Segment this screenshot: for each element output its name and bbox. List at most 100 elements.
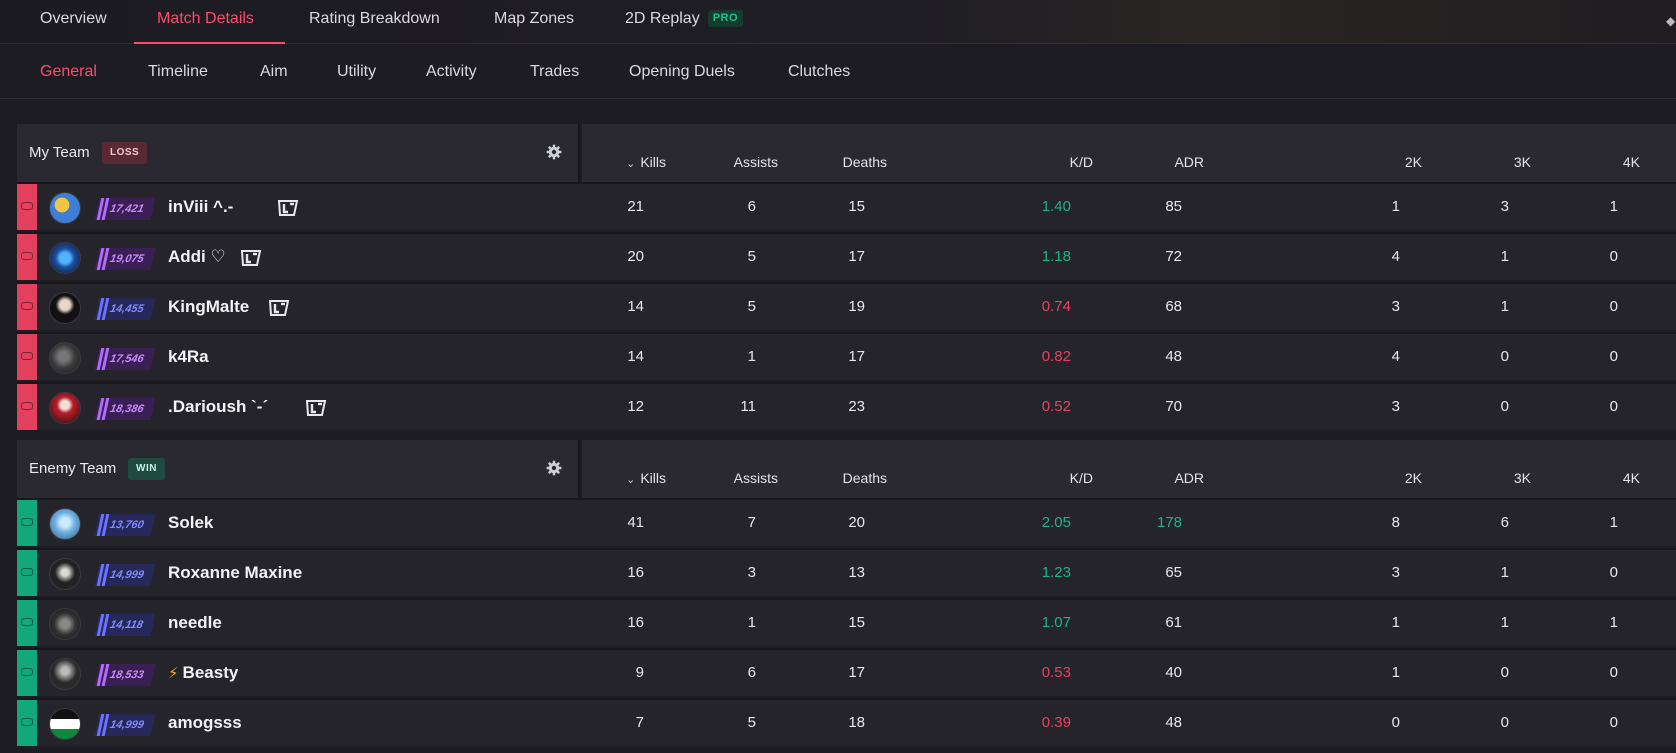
rating-bars-icon xyxy=(96,564,110,586)
stat-k4: 0 xyxy=(1609,398,1618,415)
avatar[interactable] xyxy=(49,508,81,540)
side-tag-icon xyxy=(21,618,33,626)
gear-icon[interactable] xyxy=(546,144,562,160)
tab-2d-replay[interactable]: 2D Replay PRO xyxy=(625,0,744,44)
subtab-trades[interactable]: Trades xyxy=(530,44,579,99)
subtab-utility[interactable]: Utility xyxy=(337,44,376,99)
subtab-aim[interactable]: Aim xyxy=(260,44,288,99)
col-deaths[interactable]: Deaths xyxy=(843,470,887,486)
col-kd[interactable]: K/D xyxy=(1070,154,1093,170)
rating-badge: 14,999 xyxy=(94,564,156,586)
tab-overview[interactable]: Overview xyxy=(40,0,107,44)
player-row[interactable]: 13,760 Solek 41 7 20 2.05 178 8 6 1 xyxy=(17,498,1676,546)
stat-kills: 21 xyxy=(627,198,644,215)
col-3k[interactable]: 3K xyxy=(1514,470,1531,486)
player-row[interactable]: 18,533 ⚡ Beasty 9 6 17 0.53 40 1 0 0 xyxy=(17,648,1676,696)
col-4k[interactable]: 4K xyxy=(1623,154,1640,170)
tab-match-details[interactable]: Match Details xyxy=(157,0,254,44)
subtab-general[interactable]: General xyxy=(40,44,97,99)
player-name-text: k4Ra xyxy=(168,347,209,366)
stat-kills: 20 xyxy=(627,248,644,265)
col-kills-label: Kills xyxy=(640,154,666,170)
stat-deaths: 17 xyxy=(848,348,865,365)
stat-deaths: 17 xyxy=(848,664,865,681)
team-side-marker xyxy=(17,600,37,646)
team-side-marker xyxy=(17,184,37,230)
result-badge-win: WIN xyxy=(128,458,165,480)
player-name[interactable]: ⚡ Beasty xyxy=(168,663,238,683)
col-4k[interactable]: 4K xyxy=(1623,470,1640,486)
col-adr[interactable]: ADR xyxy=(1174,470,1204,486)
avatar[interactable] xyxy=(49,708,81,740)
brand-logo-icon[interactable] xyxy=(240,249,262,267)
col-adr[interactable]: ADR xyxy=(1174,154,1204,170)
rating-badge: 14,999 xyxy=(94,714,156,736)
player-name[interactable]: Roxanne Maxine xyxy=(168,563,302,583)
team-side-marker xyxy=(17,234,37,280)
side-tag-icon xyxy=(21,668,33,676)
player-name[interactable]: needle xyxy=(168,613,222,633)
avatar[interactable] xyxy=(49,608,81,640)
col-assists[interactable]: Assists xyxy=(734,154,778,170)
col-2k[interactable]: 2K xyxy=(1405,470,1422,486)
avatar[interactable] xyxy=(49,392,81,424)
tab-rating-breakdown[interactable]: Rating Breakdown xyxy=(309,0,440,44)
stat-k4: 0 xyxy=(1609,248,1618,265)
subtab-activity[interactable]: Activity xyxy=(426,44,477,99)
player-name-text: inViii ^.- xyxy=(168,197,234,216)
brand-logo-icon[interactable] xyxy=(268,299,290,317)
side-tag-icon xyxy=(21,352,33,360)
stat-kills: 7 xyxy=(635,714,644,731)
gear-icon[interactable] xyxy=(546,460,562,476)
stat-assists: 6 xyxy=(747,198,756,215)
stat-adr: 40 xyxy=(1165,664,1182,681)
avatar[interactable] xyxy=(49,342,81,374)
player-name[interactable]: KingMalte xyxy=(168,297,249,317)
stat-kills: 16 xyxy=(627,614,644,631)
avatar[interactable] xyxy=(49,558,81,590)
player-row[interactable]: 14,455 KingMalte 14 5 19 0.74 68 3 1 0 xyxy=(17,282,1676,330)
player-row[interactable]: 14,999 Roxanne Maxine 16 3 13 1.23 65 3 1 0 xyxy=(17,548,1676,596)
chevron-down-icon: ⌄ xyxy=(626,158,636,170)
stat-adr: 178 xyxy=(1156,514,1182,531)
player-name[interactable]: .Darioush `-´ xyxy=(168,397,268,417)
player-row[interactable]: 14,999 amogsss 7 5 18 0.39 48 0 0 0 xyxy=(17,698,1676,746)
stat-k4: 0 xyxy=(1609,564,1618,581)
player-name[interactable]: amogsss xyxy=(168,713,242,733)
col-kd[interactable]: K/D xyxy=(1070,470,1093,486)
player-row[interactable]: 19,075 Addi ♡ 20 5 17 1.18 72 4 1 0 xyxy=(17,232,1676,280)
stat-k3: 0 xyxy=(1500,714,1509,731)
stat-assists: 5 xyxy=(747,714,756,731)
col-kills[interactable]: ⌄ Kills xyxy=(626,154,666,170)
brand-logo-icon[interactable] xyxy=(305,399,327,417)
player-row[interactable]: 17,546 k4Ra 14 1 17 0.82 48 4 0 0 xyxy=(17,332,1676,380)
col-kills[interactable]: ⌄ Kills xyxy=(626,470,666,486)
subtab-timeline[interactable]: Timeline xyxy=(148,44,208,99)
team-name-box: Enemy Team WIN xyxy=(17,440,580,498)
avatar[interactable] xyxy=(49,292,81,324)
avatar[interactable] xyxy=(49,242,81,274)
player-name[interactable]: inViii ^.- xyxy=(168,197,233,217)
stat-kd: 2.05 xyxy=(1041,514,1071,531)
player-name[interactable]: k4Ra xyxy=(168,347,209,367)
side-tag-icon xyxy=(21,568,33,576)
side-tag-icon xyxy=(21,252,33,260)
player-row[interactable]: 17,421 inViii ^.- 21 6 15 1.40 85 1 3 1 xyxy=(17,182,1676,230)
col-2k[interactable]: 2K xyxy=(1405,154,1422,170)
avatar[interactable] xyxy=(49,658,81,690)
subtab-clutches[interactable]: Clutches xyxy=(788,44,850,99)
player-row[interactable]: 14,118 needle 16 1 15 1.07 61 1 1 1 xyxy=(17,598,1676,646)
col-deaths[interactable]: Deaths xyxy=(843,154,887,170)
player-name[interactable]: Solek xyxy=(168,513,213,533)
subtab-opening-duels[interactable]: Opening Duels xyxy=(629,44,735,99)
player-name[interactable]: Addi ♡ xyxy=(168,247,226,267)
tab-map-zones[interactable]: Map Zones xyxy=(494,0,574,44)
player-row[interactable]: 18,386 .Darioush `-´ 12 11 23 0.52 70 3 0 0 xyxy=(17,382,1676,430)
stat-kd: 0.74 xyxy=(1041,298,1071,315)
avatar[interactable] xyxy=(49,192,81,224)
col-assists[interactable]: Assists xyxy=(734,470,778,486)
col-3k[interactable]: 3K xyxy=(1514,154,1531,170)
bolt-icon: ⚡ xyxy=(168,665,179,682)
brand-logo-icon[interactable] xyxy=(277,199,299,217)
side-tag-icon xyxy=(21,718,33,726)
